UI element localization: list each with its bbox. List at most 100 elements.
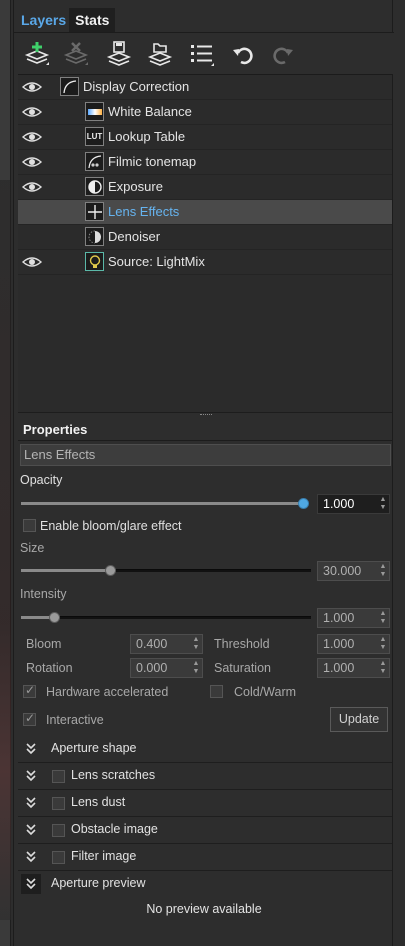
filter-image-checkbox[interactable] — [52, 851, 65, 864]
layer-label: Denoiser — [108, 229, 161, 244]
opacity-slider-handle[interactable] — [298, 498, 309, 509]
section-label: Obstacle image — [71, 822, 158, 836]
section-lens-dust[interactable]: Lens dust — [18, 791, 392, 817]
layer-name-field[interactable]: Lens Effects — [20, 444, 391, 466]
bloom-spinbox[interactable]: 0.400 ▲ ▼ — [130, 634, 203, 654]
intensity-spinbox[interactable]: 1.000 ▲ ▼ — [317, 608, 390, 628]
intensity-slider-handle[interactable] — [49, 612, 60, 623]
layer-row-source-lightmix[interactable]: Source: LightMix — [18, 250, 392, 275]
lens-scratches-checkbox[interactable] — [52, 770, 65, 783]
section-label: Lens dust — [71, 795, 126, 809]
saturation-value: 1.000 — [323, 661, 355, 675]
layer-label: White Balance — [108, 104, 192, 119]
lightmix-icon — [85, 252, 104, 271]
filmic-icon — [85, 152, 104, 171]
opacity-value: 1.000 — [323, 497, 355, 511]
spin-arrows-icon[interactable]: ▲ ▼ — [377, 562, 389, 580]
layer-row-exposure[interactable]: Exposure — [18, 175, 392, 200]
eye-icon[interactable] — [21, 104, 43, 120]
section-label: Lens scratches — [71, 768, 156, 782]
layer-label: Exposure — [108, 179, 163, 194]
redo-icon[interactable] — [267, 39, 297, 69]
opacity-spinbox[interactable]: 1.000 ▲ ▼ — [317, 494, 390, 514]
spin-arrows-icon[interactable]: ▲ ▼ — [190, 659, 202, 677]
section-obstacle-image[interactable]: Obstacle image — [18, 818, 392, 844]
tab-layers[interactable]: Layers — [18, 8, 69, 32]
eye-icon[interactable] — [21, 179, 43, 195]
eye-icon[interactable] — [21, 254, 43, 270]
delete-layer-icon[interactable] — [61, 39, 91, 69]
lens-effects-icon — [85, 202, 104, 221]
threshold-spinbox[interactable]: 1.000 ▲ ▼ — [317, 634, 390, 654]
threshold-label: Threshold — [214, 637, 270, 651]
size-slider[interactable] — [21, 565, 311, 576]
intensity-slider[interactable] — [21, 612, 311, 623]
preview-placeholder-text: No preview available — [146, 902, 262, 916]
hardware-accelerated-checkbox[interactable] — [23, 683, 36, 698]
layer-label: Lookup Table — [108, 129, 186, 144]
open-folder-icon[interactable] — [145, 39, 175, 69]
layer-row-lookup-table[interactable]: LUT Lookup Table — [18, 125, 392, 150]
layer-row-display-correction[interactable]: Display Correction — [18, 75, 392, 100]
tab-stats[interactable]: Stats — [69, 8, 116, 32]
layer-row-white-balance[interactable]: White Balance — [18, 100, 392, 125]
eye-icon[interactable] — [21, 154, 43, 170]
cold-warm-checkbox[interactable] — [210, 685, 223, 698]
section-label: Aperture preview — [51, 876, 146, 890]
layers-panel: Layers Stats Display Correction White Ba… — [13, 0, 394, 946]
chevron-down-icon[interactable] — [24, 742, 38, 756]
intensity-value: 1.000 — [323, 611, 355, 625]
obstacle-image-checkbox[interactable] — [52, 824, 65, 837]
chevron-down-icon[interactable] — [24, 850, 38, 864]
update-button[interactable]: Update — [330, 707, 388, 732]
left-edge-strip — [0, 0, 11, 946]
section-label: Filter image — [71, 849, 137, 863]
denoiser-icon — [85, 227, 104, 246]
section-aperture-shape[interactable]: Aperture shape — [18, 737, 392, 763]
chevron-down-icon[interactable] — [24, 796, 38, 810]
layer-row-lens-effects[interactable]: Lens Effects — [18, 200, 392, 225]
list-menu-icon[interactable] — [187, 39, 217, 69]
panel-splitter[interactable] — [18, 412, 392, 418]
section-lens-scratches[interactable]: Lens scratches — [18, 764, 392, 790]
rotation-spinbox[interactable]: 0.000 ▲ ▼ — [130, 658, 203, 678]
layers-toolbar — [14, 32, 394, 74]
lens-dust-checkbox[interactable] — [52, 797, 65, 810]
spin-arrows-icon[interactable]: ▲ ▼ — [190, 635, 202, 653]
saturation-spinbox[interactable]: 1.000 ▲ ▼ — [317, 658, 390, 678]
size-slider-handle[interactable] — [105, 565, 116, 576]
chevron-down-icon[interactable] — [24, 769, 38, 783]
exposure-icon — [85, 177, 104, 196]
tab-bar: Layers Stats — [18, 8, 116, 32]
save-icon[interactable] — [104, 39, 134, 69]
layer-label: Filmic tonemap — [108, 154, 197, 169]
eye-icon[interactable] — [21, 79, 43, 95]
layer-row-denoiser[interactable]: Denoiser — [18, 225, 392, 250]
interactive-checkbox[interactable] — [23, 711, 36, 726]
spin-arrows-icon[interactable]: ▲ ▼ — [377, 495, 389, 513]
spin-arrows-icon[interactable]: ▲ ▼ — [377, 635, 389, 653]
layer-label: Display Correction — [83, 79, 190, 94]
properties-header: Properties — [23, 422, 88, 437]
section-filter-image[interactable]: Filter image — [18, 845, 392, 871]
white-balance-icon — [85, 102, 104, 121]
undo-icon[interactable] — [229, 39, 259, 69]
size-value: 30.000 — [323, 564, 362, 578]
layer-list: Display Correction White Balance LUT Loo… — [18, 74, 392, 412]
add-layer-icon[interactable] — [22, 39, 52, 69]
enable-bloom-checkbox[interactable] — [23, 519, 36, 532]
eye-icon[interactable] — [21, 129, 43, 145]
chevron-down-icon[interactable] — [21, 874, 41, 894]
opacity-slider[interactable] — [21, 498, 309, 509]
curve-icon — [60, 77, 79, 96]
chevron-down-icon[interactable] — [24, 823, 38, 837]
enable-bloom-label: Enable bloom/glare effect — [40, 519, 182, 533]
layer-row-filmic-tonemap[interactable]: Filmic tonemap — [18, 150, 392, 175]
size-spinbox[interactable]: 30.000 ▲ ▼ — [317, 561, 390, 581]
spin-arrows-icon[interactable]: ▲ ▼ — [377, 609, 389, 627]
bloom-label: Bloom — [26, 637, 62, 651]
cold-warm-label: Cold/Warm — [234, 685, 297, 699]
spin-arrows-icon[interactable]: ▲ ▼ — [377, 659, 389, 677]
section-aperture-preview[interactable]: Aperture preview — [18, 872, 392, 898]
opacity-label: Opacity — [20, 473, 63, 487]
